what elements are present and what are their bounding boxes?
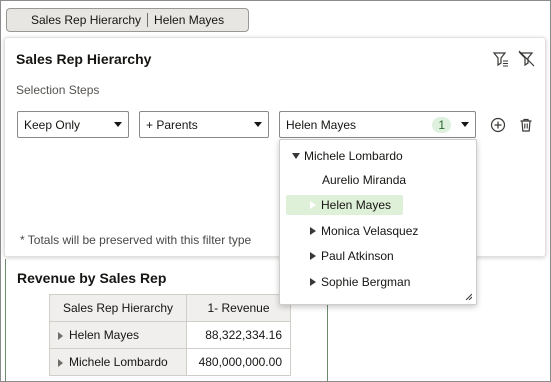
expand-icon[interactable] [310,201,316,209]
step-relation-value: + Parents [146,117,198,132]
tree-item-label: Helen Mayes [321,198,392,212]
step-action-select[interactable]: Keep Only [17,111,129,138]
selection-steps-label: Selection Steps [16,83,100,97]
member-tree-dropdown: Michele Lombardo Aurelio Miranda Helen M… [279,139,477,305]
breadcrumb-member: Helen Mayes [154,13,225,27]
tree-item-helen-mayes[interactable]: Helen Mayes [286,195,403,215]
report-title: Revenue by Sales Rep [17,270,167,286]
filter-icon[interactable] [492,50,510,68]
table-row: Helen Mayes 88,322,334.16 [49,321,291,349]
expand-icon[interactable] [310,227,316,235]
row-header-cell[interactable]: Michele Lombardo [49,348,187,376]
add-step-icon[interactable] [489,116,507,134]
tree-item-label: Michele Lombardo [304,149,403,163]
column-header[interactable]: 1- Revenue [186,294,291,322]
row-label: Michele Lombardo [69,355,168,369]
chevron-down-icon [114,122,122,127]
expand-icon[interactable] [58,358,63,367]
trash-icon[interactable] [517,116,535,134]
step-relation-select[interactable]: + Parents [139,111,269,138]
tree-item-label: Monica Velasquez [321,224,419,238]
step-action-value: Keep Only [24,117,81,132]
tree-item-aurelio-miranda[interactable]: Aurelio Miranda [316,170,412,190]
step-members-select[interactable]: Helen Mayes 1 [279,111,476,138]
value-cell: 480,000,000.00 [186,348,291,376]
tree-item-label: Aurelio Miranda [322,173,407,187]
table-header-row: Sales Rep Hierarchy 1- Revenue [49,294,291,322]
collapse-icon[interactable] [292,153,300,159]
clear-filter-icon[interactable] [518,50,536,68]
resize-grip-icon[interactable] [465,293,472,300]
expand-icon[interactable] [310,278,316,286]
tree-item-paul-atkinson[interactable]: Paul Atkinson [304,246,400,266]
expand-icon[interactable] [58,331,63,340]
value-cell: 88,322,334.16 [186,321,291,349]
breadcrumb-hierarchy: Sales Rep Hierarchy [31,13,142,27]
panel-title: Sales Rep Hierarchy [16,51,152,67]
row-header-cell[interactable]: Helen Mayes [49,321,187,349]
tree-item-label: Sophie Bergman [321,275,411,289]
tree-item-label: Paul Atkinson [321,249,394,263]
totals-note: * Totals will be preserved with this fil… [20,233,252,247]
column-header[interactable]: Sales Rep Hierarchy [49,294,187,322]
breadcrumb-separator [147,13,149,27]
tree-item-michele-lombardo[interactable]: Michele Lombardo [286,146,409,166]
step-members-value: Helen Mayes [286,117,357,132]
expand-icon[interactable] [310,252,316,260]
breadcrumb[interactable]: Sales Rep Hierarchy Helen Mayes [6,8,249,32]
chevron-down-icon [461,122,469,127]
tree-item-sophie-bergman[interactable]: Sophie Bergman [304,272,416,292]
revenue-table: Sales Rep Hierarchy 1- Revenue Helen May… [49,294,291,376]
chevron-down-icon [254,122,262,127]
table-row: Michele Lombardo 480,000,000.00 [49,348,291,376]
tree-item-monica-velasquez[interactable]: Monica Velasquez [304,221,424,241]
row-label: Helen Mayes [69,328,140,342]
selected-count-badge: 1 [432,116,451,133]
